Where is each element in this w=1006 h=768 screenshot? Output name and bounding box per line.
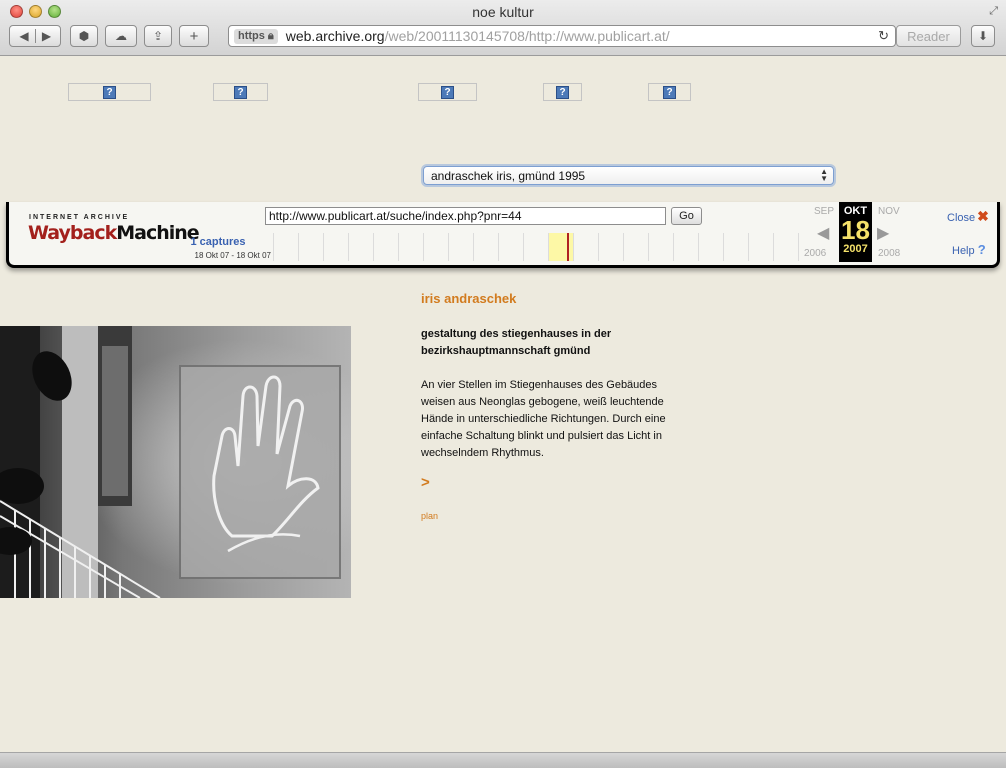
share-button[interactable]: ⇪ xyxy=(144,25,172,47)
window-titlebar: noe kultur ⤢ ◀ ▶ ⬢ ☁ ⇪ + https 🔒︎ web.ar… xyxy=(0,0,1006,56)
new-tab-button[interactable]: + xyxy=(179,25,209,47)
wayback-close-button[interactable]: Close ✖ xyxy=(947,208,989,225)
timeline-tick xyxy=(498,233,499,261)
timeline-tick xyxy=(773,233,774,261)
close-icon: ✖ xyxy=(977,208,989,224)
timeline-tick xyxy=(323,233,324,261)
missing-image-icon: ? xyxy=(556,85,569,99)
artwork-photo xyxy=(0,326,351,598)
status-bar xyxy=(0,752,1006,768)
cloud-icon: ☁ xyxy=(115,29,127,43)
help-icon: ? xyxy=(977,242,986,257)
url-path: /web/20011130145708/http://www.publicart… xyxy=(384,28,670,44)
url-host: web.archive.org xyxy=(285,28,385,44)
captures-range: 18 Okt 07 - 18 Okt 07 xyxy=(194,251,271,260)
select-arrows-icon: ▲ ▼ xyxy=(820,167,828,183)
lock-icon: 🔒︎ xyxy=(267,29,274,42)
back-forward-buttons: ◀ ▶ xyxy=(9,25,61,47)
timeline-tick xyxy=(523,233,524,261)
window-title: noe kultur xyxy=(472,4,534,20)
timeline-tick xyxy=(798,233,799,261)
active-day: 18 xyxy=(841,215,870,245)
missing-image-icon: ? xyxy=(103,85,116,99)
next-year-label[interactable]: 2008 xyxy=(878,248,900,259)
timeline-tick xyxy=(723,233,724,261)
plan-link[interactable]: plan xyxy=(421,511,438,521)
prev-year-label[interactable]: 2006 xyxy=(804,248,826,259)
wayback-brand-top: INTERNET ARCHIVE xyxy=(29,214,130,221)
project-description: An vier Stellen im Stiegenhauses des Geb… xyxy=(421,379,666,459)
timeline-tick xyxy=(298,233,299,261)
wayback-help-button[interactable]: Help ? xyxy=(952,242,986,257)
timeline-tick xyxy=(548,233,549,261)
close-label: Close xyxy=(947,212,976,224)
wayback-url-input[interactable]: http://www.publicart.at/suche/index.php?… xyxy=(265,207,666,225)
timeline-tick xyxy=(348,233,349,261)
missing-image-icon: ? xyxy=(441,85,454,99)
page-content: ? ? ? ? ? andraschek iris, gmünd 1995 ▲ ▼… xyxy=(0,56,1006,752)
forward-icon[interactable]: ▶ xyxy=(35,29,57,43)
timeline-tick xyxy=(423,233,424,261)
reload-icon[interactable]: ↻ xyxy=(878,28,889,44)
timeline-tick xyxy=(373,233,374,261)
wayback-logo-red: Wayback xyxy=(28,222,117,244)
downloads-button[interactable]: ⬇ xyxy=(971,25,995,47)
wayback-go-button[interactable]: Go xyxy=(671,207,702,225)
next-capture-arrow-icon[interactable]: ▶ xyxy=(877,223,889,243)
timeline-tick xyxy=(573,233,574,261)
prev-capture-arrow-icon[interactable]: ◀ xyxy=(817,223,829,243)
timeline-tick xyxy=(448,233,449,261)
help-label: Help xyxy=(952,245,975,257)
artwork-photo-svg xyxy=(0,326,351,598)
timeline-tick xyxy=(648,233,649,261)
timeline-tick xyxy=(273,233,274,261)
https-badge: https 🔒︎ xyxy=(234,28,278,44)
timeline-tick xyxy=(473,233,474,261)
project-title: gestaltung des stiegenhauses in der bezi… xyxy=(421,328,612,357)
next-month-label[interactable]: NOV xyxy=(878,206,900,217)
reader-button[interactable]: Reader xyxy=(896,25,961,47)
artist-select-value: andraschek iris, gmünd 1995 xyxy=(431,168,586,183)
timeline-tick xyxy=(623,233,624,261)
share-icon: ⇪ xyxy=(152,29,164,43)
next-image-link[interactable]: > xyxy=(421,474,430,491)
active-year: 2007 xyxy=(843,243,868,255)
plus-icon: + xyxy=(189,27,199,45)
nav-image-5[interactable]: ? xyxy=(648,83,691,101)
wayback-toolbar: INTERNET ARCHIVE WaybackMachine http://w… xyxy=(6,202,1000,268)
capture-timeline[interactable] xyxy=(273,233,799,261)
shield-icon: ⬢ xyxy=(78,29,90,43)
missing-image-icon: ? xyxy=(234,85,247,99)
privacy-button[interactable]: ⬢ xyxy=(70,25,98,47)
artist-select[interactable]: andraschek iris, gmünd 1995 ▲ ▼ xyxy=(423,166,834,185)
timeline-tick xyxy=(398,233,399,261)
timeline-tick xyxy=(673,233,674,261)
prev-month-label[interactable]: SEP xyxy=(814,206,834,217)
active-capture-date: OKT 18 2007 xyxy=(839,202,872,262)
nav-image-1[interactable]: ? xyxy=(68,83,151,101)
timeline-tick xyxy=(598,233,599,261)
fullscreen-icon[interactable]: ⤢ xyxy=(989,5,998,18)
address-bar[interactable]: https 🔒︎ web.archive.org/web/20011130145… xyxy=(228,25,896,47)
missing-image-icon: ? xyxy=(663,85,676,99)
back-icon[interactable]: ◀ xyxy=(13,29,35,43)
capture-marker[interactable] xyxy=(567,233,569,261)
artist-name: iris andraschek xyxy=(421,291,517,306)
nav-image-2[interactable]: ? xyxy=(213,83,268,101)
icloud-tabs-button[interactable]: ☁ xyxy=(105,25,137,47)
nav-image-3[interactable]: ? xyxy=(418,83,477,101)
timeline-highlight xyxy=(549,233,573,261)
timeline-tick xyxy=(698,233,699,261)
nav-image-4[interactable]: ? xyxy=(543,83,582,101)
captures-link[interactable]: 1 captures xyxy=(149,236,287,248)
download-icon: ⬇ xyxy=(977,29,989,43)
timeline-tick xyxy=(748,233,749,261)
https-label: https xyxy=(238,30,265,42)
